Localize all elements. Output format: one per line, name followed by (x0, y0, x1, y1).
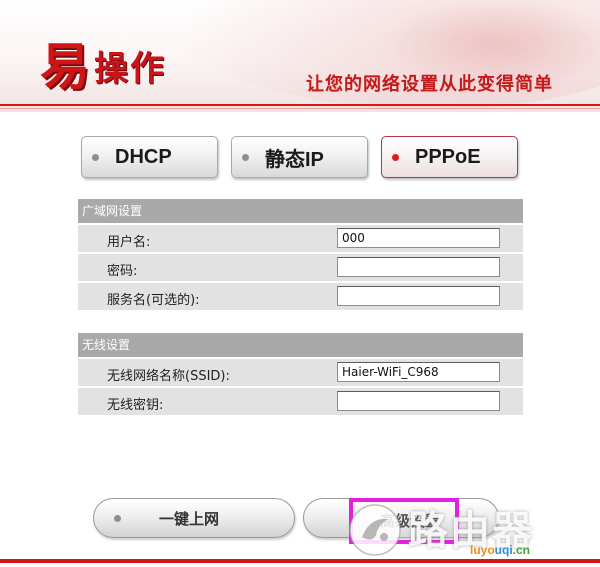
watermark-logo-icon (349, 504, 401, 556)
mode-label: DHCP (115, 145, 172, 168)
one-click-connect-button[interactable]: 一键上网 (93, 498, 295, 538)
wireless-key-row: 无线密钥: (78, 386, 523, 415)
header-divider-thin (0, 108, 600, 109)
mode-button-static-ip[interactable]: 静态IP (231, 136, 368, 178)
mode-label: PPPoE (415, 145, 481, 168)
footer-divider (0, 559, 600, 563)
watermark-site: luyouqi.cn (470, 543, 530, 557)
username-label: 用户名: (107, 235, 151, 250)
connect-label: 一键上网 (159, 509, 220, 528)
wireless-key-label: 无线密钥: (107, 398, 164, 413)
mode-button-dhcp[interactable]: DHCP (81, 136, 218, 178)
wan-settings-section: 广域网设置 用户名: 密码: 服务名(可选的): (78, 199, 523, 310)
wireless-section-title: 无线设置 (78, 333, 523, 357)
password-row: 密码: (78, 252, 523, 281)
radio-dot-icon (114, 514, 121, 522)
service-name-label: 服务名(可选的): (107, 293, 200, 308)
service-name-input[interactable] (337, 286, 500, 306)
watermark-site-part: .cn (512, 543, 531, 557)
watermark-site-part: uqi (494, 543, 513, 557)
password-label: 密码: (107, 264, 138, 279)
ssid-input[interactable] (337, 362, 500, 382)
service-name-row: 服务名(可选的): (78, 281, 523, 310)
logo-main-char: 易 (40, 37, 90, 96)
slogan: 让您的网络设置从此变得简单 (306, 74, 553, 95)
username-row: 用户名: (78, 223, 523, 252)
mode-button-pppoe[interactable]: PPPoE (381, 136, 518, 178)
header-divider (0, 104, 600, 106)
radio-dot-icon (242, 153, 249, 161)
ssid-label: 无线网络名称(SSID): (107, 369, 230, 384)
radio-dot-icon (92, 153, 99, 161)
wan-section-title: 广域网设置 (78, 199, 523, 223)
password-input[interactable] (337, 257, 500, 277)
logo-rest-text: 操作 (94, 49, 166, 89)
radio-dot-active-icon (392, 153, 399, 161)
mode-label: 静态IP (265, 148, 324, 171)
watermark-site-part: luyo (470, 543, 495, 557)
ssid-row: 无线网络名称(SSID): (78, 357, 523, 386)
header-banner: 易 操作 让您的网络设置从此变得简单 (0, 0, 600, 112)
username-input[interactable] (337, 228, 500, 248)
wireless-key-input[interactable] (337, 391, 500, 411)
wireless-settings-section: 无线设置 无线网络名称(SSID): 无线密钥: (78, 333, 523, 415)
logo: 易 操作 (40, 36, 166, 92)
